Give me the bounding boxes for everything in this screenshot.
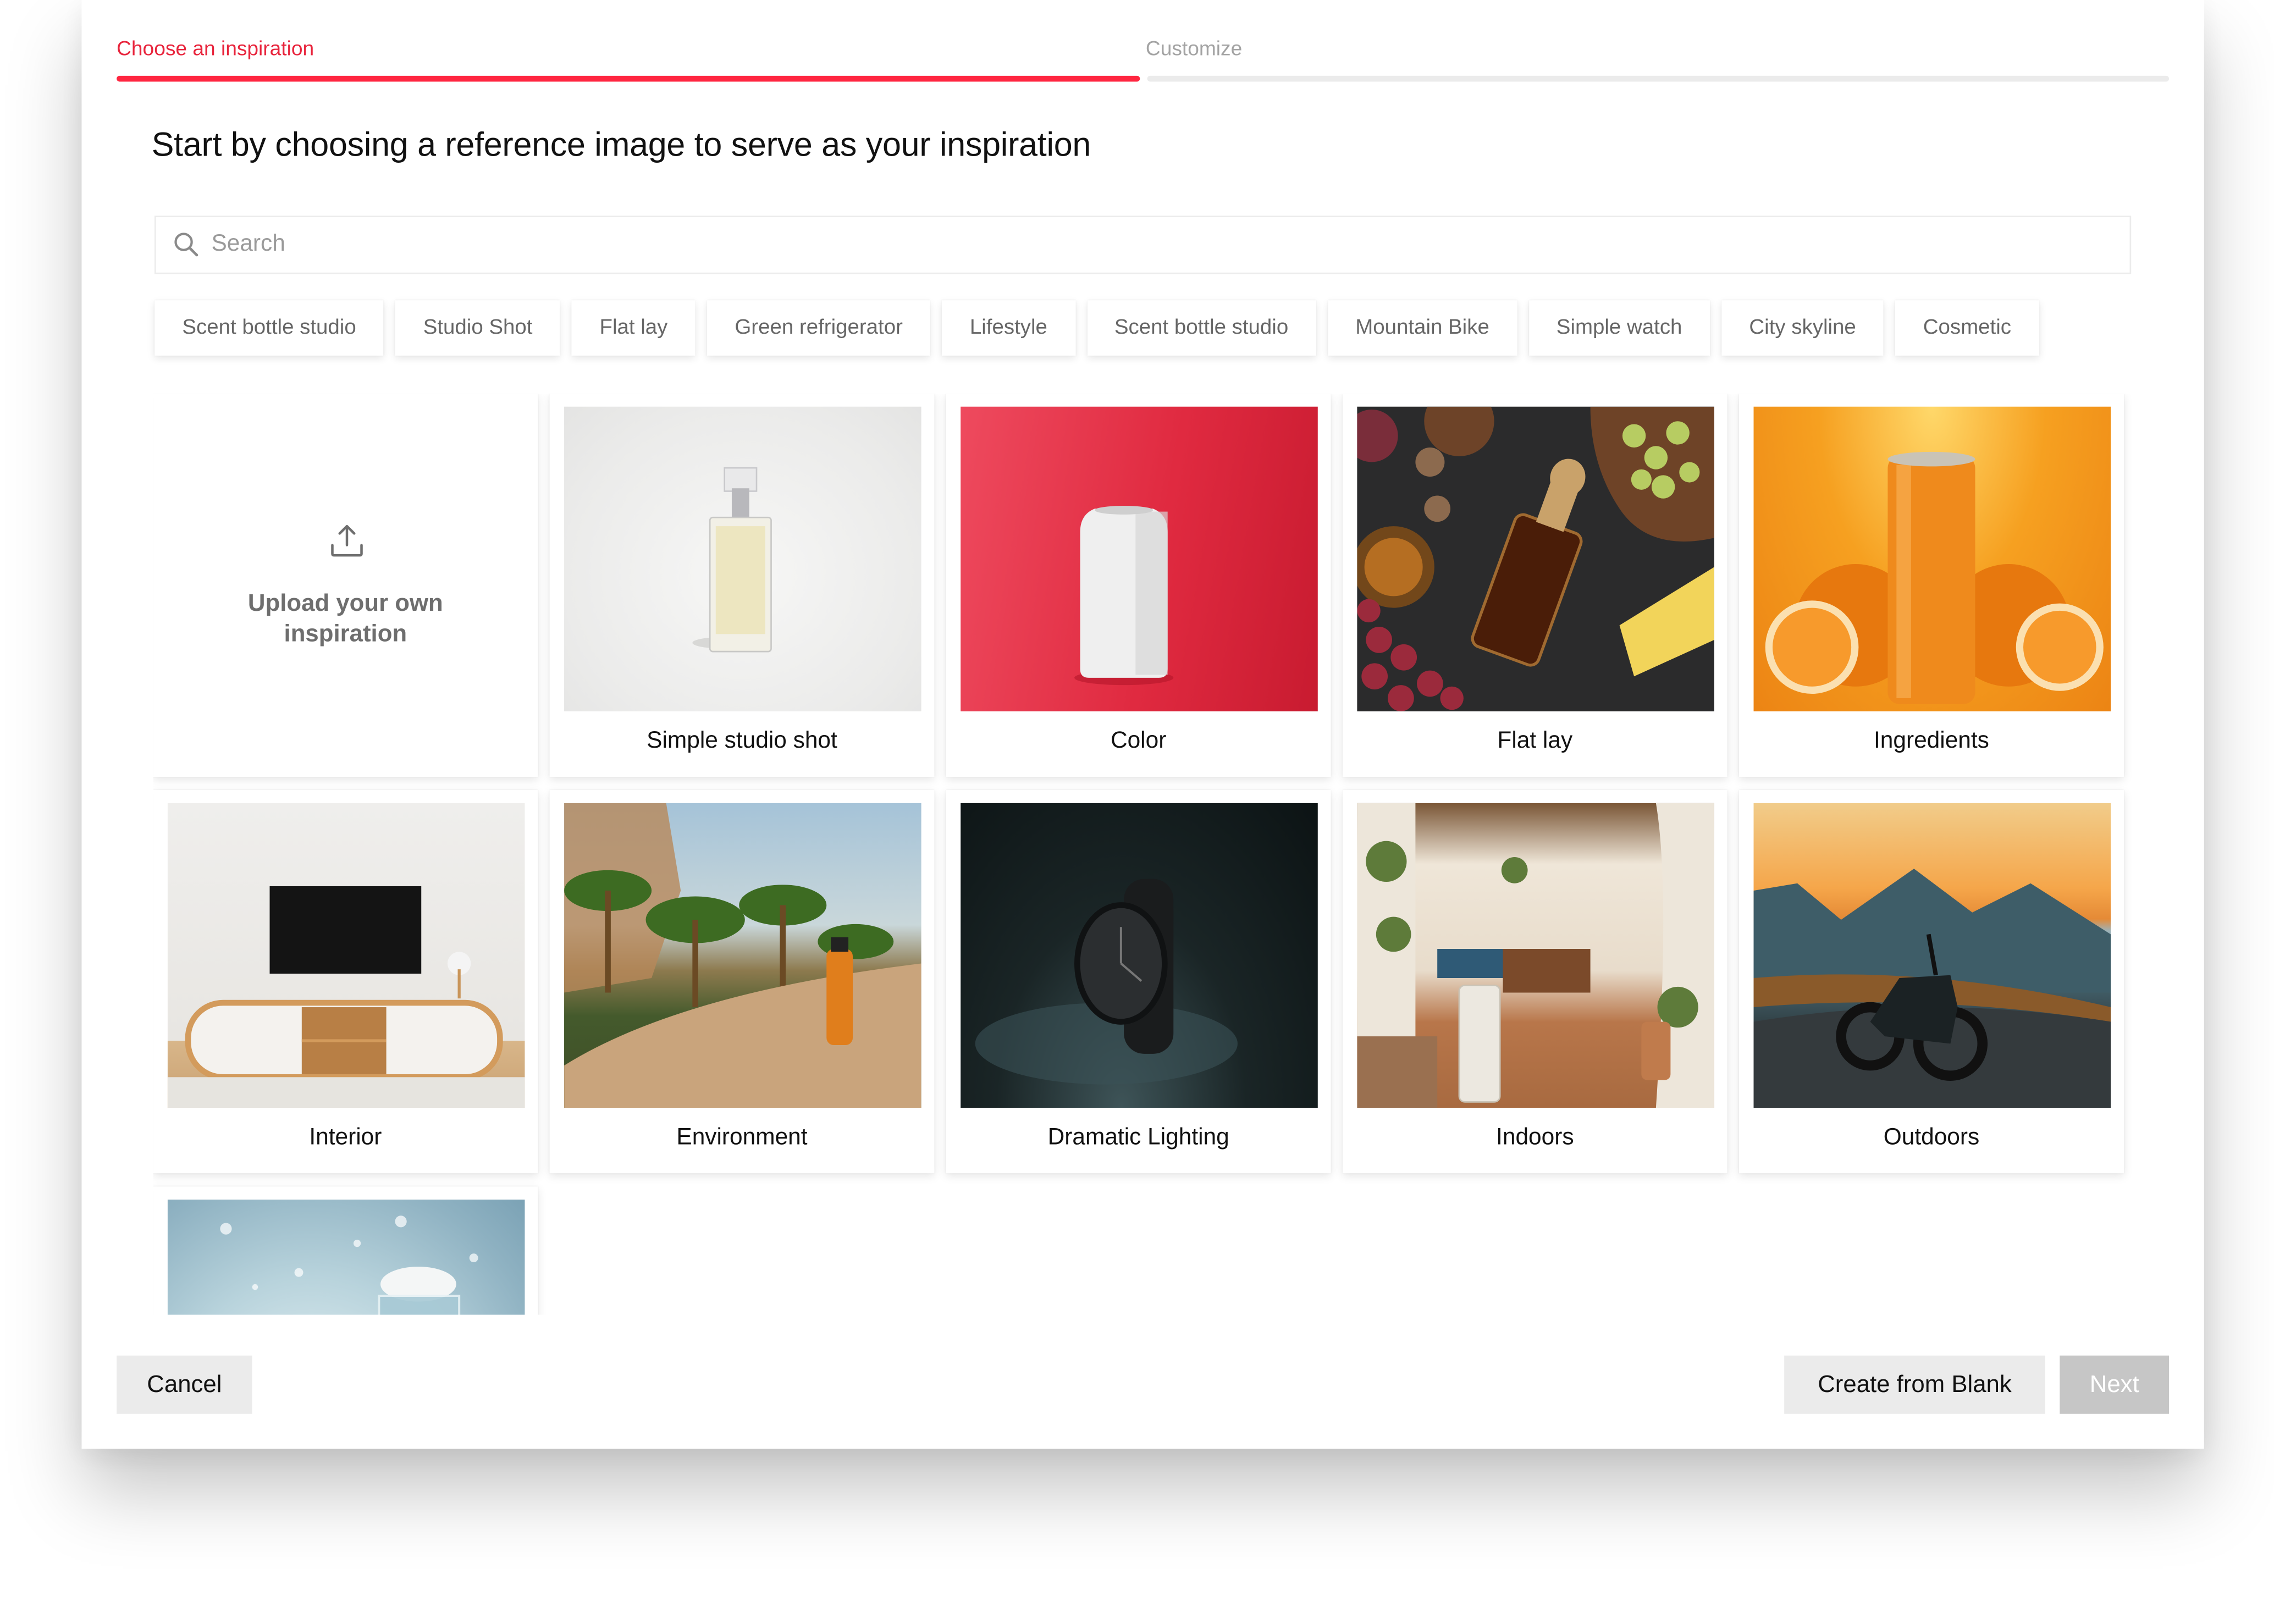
inspiration-card-outdoors[interactable]: Outdoors — [1739, 790, 2124, 1174]
upload-label-line2: inspiration — [284, 621, 407, 648]
inspiration-card-interior[interactable]: Interior — [153, 790, 538, 1174]
card-label: Outdoors — [1883, 1125, 1980, 1150]
card-label: Ingredients — [1873, 728, 1989, 754]
chip-green-refrigerator[interactable]: Green refrigerator — [707, 300, 931, 356]
step-progress-active — [117, 75, 1140, 82]
inspiration-card-indoors[interactable]: Indoors — [1342, 790, 1727, 1174]
upload-label: Upload your own inspiration — [153, 589, 538, 650]
step-customize[interactable]: Customize — [1146, 36, 1242, 59]
upload-label-line1: Upload your own — [247, 590, 443, 617]
step-choose-inspiration[interactable]: Choose an inspiration — [117, 36, 314, 59]
chip-lifestyle[interactable]: Lifestyle — [942, 300, 1075, 356]
chip-flat-lay[interactable]: Flat lay — [572, 300, 696, 356]
card-label: Indoors — [1496, 1125, 1574, 1150]
inspiration-modal: Choose an inspiration Customize Start by… — [81, 0, 2204, 1449]
chip-scent-bottle-studio-2[interactable]: Scent bottle studio — [1086, 300, 1316, 356]
inspiration-card-color[interactable]: Color — [946, 393, 1331, 777]
white-can-image — [961, 406, 1318, 711]
search-icon — [174, 233, 198, 257]
upload-icon — [331, 524, 363, 557]
card-label: Environment — [676, 1125, 808, 1150]
inspiration-card-cosmetic[interactable] — [153, 1186, 538, 1315]
card-label: Color — [1110, 728, 1167, 754]
inspiration-card-simple-studio-shot[interactable]: Simple studio shot — [549, 393, 935, 777]
step-progress-inactive — [1147, 75, 2170, 82]
oasis-bottle-image — [564, 803, 921, 1108]
chip-simple-watch[interactable]: Simple watch — [1528, 300, 1710, 356]
page-title: Start by choosing a reference image to s… — [151, 125, 1091, 163]
tv-console-image — [167, 803, 525, 1108]
inspiration-card-flat-lay[interactable]: Flat lay — [1342, 393, 1727, 777]
card-label: Simple studio shot — [647, 728, 837, 754]
air-purifier-interior-image — [1357, 803, 1714, 1108]
chip-cosmetic[interactable]: Cosmetic — [1895, 300, 2039, 356]
next-button[interactable]: Next — [2060, 1355, 2170, 1414]
chip-mountain-bike[interactable]: Mountain Bike — [1327, 300, 1517, 356]
liquor-bottle-image — [1357, 406, 1714, 711]
watch-spotlight-image — [961, 803, 1318, 1108]
inspiration-grid[interactable]: Upload your own inspiration Simple studi… — [153, 393, 2132, 1315]
create-from-blank-button[interactable]: Create from Blank — [1784, 1355, 2045, 1414]
card-label: Dramatic Lighting — [1047, 1125, 1229, 1150]
card-label: Interior — [309, 1125, 382, 1150]
inspiration-card-dramatic-lighting[interactable]: Dramatic Lighting — [946, 790, 1331, 1174]
perfume-bottle-image — [564, 406, 921, 711]
chip-city-skyline[interactable]: City skyline — [1721, 300, 1884, 356]
upload-card[interactable]: Upload your own inspiration — [153, 393, 538, 777]
motorcycle-sunset-image — [1753, 803, 2111, 1108]
search-input[interactable] — [211, 217, 2107, 273]
cancel-button[interactable]: Cancel — [117, 1355, 252, 1414]
search-field[interactable] — [154, 216, 2132, 274]
chip-scent-bottle-studio[interactable]: Scent bottle studio — [154, 300, 384, 356]
card-label: Flat lay — [1497, 728, 1573, 754]
inspiration-card-ingredients[interactable]: Ingredients — [1739, 393, 2124, 777]
snow-cosmetic-jar-image — [167, 1200, 525, 1315]
chip-studio-shot[interactable]: Studio Shot — [395, 300, 560, 356]
filter-chips: Scent bottle studio Studio Shot Flat lay… — [154, 300, 2039, 356]
orange-can-image — [1753, 406, 2111, 711]
inspiration-card-environment[interactable]: Environment — [549, 790, 935, 1174]
